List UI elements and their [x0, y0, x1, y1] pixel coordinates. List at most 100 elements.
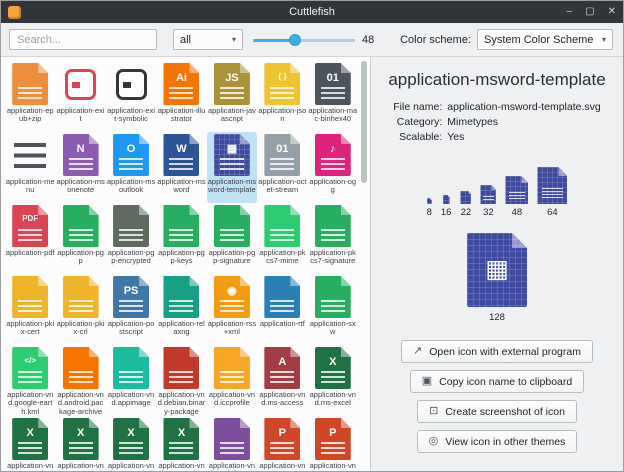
screenshot-button[interactable]: ⊡Create screenshot of icon — [417, 400, 577, 423]
icon-cell[interactable]: application-menu — [5, 132, 55, 203]
icon-label: application-epub+zip — [6, 107, 55, 124]
icon-cell[interactable]: application-rtf — [257, 274, 307, 345]
file-glyph: { } — [264, 73, 300, 81]
icon-wrap: P — [315, 418, 351, 460]
icon-cell[interactable]: Xapplication-vnd.ms-excel.sheet.macroEna… — [106, 416, 156, 471]
search-input[interactable] — [9, 29, 157, 50]
icon-wrap: JS — [214, 63, 250, 105]
icon-cell[interactable]: </>application-vnd.google-earth.kml — [5, 345, 55, 416]
icon-cell[interactable]: application-exit-symbolic — [106, 61, 156, 132]
icon-cell[interactable]: JSapplication-javascript — [207, 61, 257, 132]
app-icon[interactable] — [8, 6, 21, 19]
file-glyph: O — [113, 144, 149, 155]
minimize-icon[interactable]: – — [567, 7, 573, 17]
icon-cell[interactable]: 01application-octet-stream — [257, 132, 307, 203]
field-label: Category: — [393, 116, 442, 128]
icon-cell[interactable]: application-pkix-cert — [5, 274, 55, 345]
file-type-icon — [214, 205, 250, 247]
icon-wrap — [163, 205, 199, 247]
file-type-icon: ◉ — [214, 276, 250, 318]
icon-wrap — [63, 347, 99, 389]
themes-button[interactable]: ◎View icon in other themes — [417, 430, 578, 453]
icon-label: application-ogg — [308, 178, 357, 195]
category-dropdown[interactable]: all ▾ — [173, 29, 243, 50]
icon-wrap: { } — [264, 63, 300, 105]
scrollbar-thumb[interactable] — [361, 61, 367, 183]
file-type-icon: 01 — [264, 134, 300, 176]
icon-cell[interactable]: Napplication-msonenote — [55, 132, 105, 203]
icon-label: application-illustrator — [157, 107, 206, 124]
icon-cell[interactable]: PSapplication-postscript — [106, 274, 156, 345]
file-type-icon — [264, 205, 300, 247]
icon-cell[interactable]: 01application-mac-binhex40 — [308, 61, 358, 132]
icon-cell[interactable]: application-sxw — [308, 274, 358, 345]
icon-wrap: </> — [12, 347, 48, 389]
size-preview: 16 — [441, 195, 452, 218]
icon-cell[interactable]: application-relaxng — [156, 274, 206, 345]
icon-cell[interactable]: application-pgp-keys — [156, 203, 206, 274]
icon-label: application-vnd.ms-excel.sheet.macroEnab… — [107, 462, 156, 471]
icon-cell[interactable]: ◉application-rss+xml — [207, 274, 257, 345]
icon-cell[interactable]: Xapplication-vnd.ms-excel.addin.macroEna… — [5, 416, 55, 471]
cuttlefish-window: Cuttlefish – ▢ ✕ all ▾ 48 Color scheme: … — [0, 0, 624, 472]
table-glyph: ▦ — [467, 257, 527, 282]
file-type-icon: X — [315, 347, 351, 389]
icon-cell[interactable]: Wapplication-msword — [156, 132, 206, 203]
icon-cell[interactable]: application-vnd.appimage — [106, 345, 156, 416]
icon-cell[interactable]: application-pkcs7-signature — [308, 203, 358, 274]
file-glyph: PDF — [12, 215, 48, 223]
icon-cell[interactable]: ▦application-msword-template — [207, 132, 257, 203]
size-label: 48 — [512, 207, 523, 218]
size-label: 64 — [547, 207, 558, 218]
exit-icon — [65, 69, 96, 100]
icon-cell[interactable]: ♪application-ogg — [308, 132, 358, 203]
scrollbar[interactable] — [361, 58, 368, 470]
icon-cell[interactable]: Xapplication-vnd.ms-excel.template.macro… — [156, 416, 206, 471]
icon-cell[interactable]: application-pgp-signature — [207, 203, 257, 274]
icon-cell[interactable]: application-exit — [55, 61, 105, 132]
slider-handle[interactable] — [289, 34, 301, 46]
icon-cell[interactable]: application-vnd.debian.binary-package — [156, 345, 206, 416]
doc-lines-decor — [483, 196, 494, 202]
icon-cell[interactable]: Aapplication-vnd.ms-access — [257, 345, 307, 416]
icon-cell[interactable]: application-epub+zip — [5, 61, 55, 132]
icon-wrap — [12, 63, 48, 105]
color-scheme-dropdown[interactable]: System Color Scheme ▾ — [477, 29, 613, 50]
slider-track-right[interactable] — [299, 39, 355, 42]
doc-lines-decor — [542, 188, 563, 200]
icon-wrap — [315, 276, 351, 318]
icon-cell[interactable]: Xapplication-vnd.ms-excel — [308, 345, 358, 416]
file-type-icon: P — [264, 418, 300, 460]
icon-cell[interactable]: application-vnd.android.package-archive — [55, 345, 105, 416]
icon-cell[interactable]: Papplication-vnd.ms-powerpoint — [257, 416, 307, 471]
icon-wrap — [113, 205, 149, 247]
icon-cell[interactable]: application-pgp-encrypted — [106, 203, 156, 274]
file-type-icon: X — [113, 418, 149, 460]
file-type-icon — [63, 276, 99, 318]
titlebar[interactable]: Cuttlefish – ▢ ✕ — [1, 1, 623, 23]
icon-cell[interactable]: application-pkix-crl — [55, 274, 105, 345]
open-external-button[interactable]: ↗Open icon with external program — [401, 340, 593, 363]
icon-cell[interactable]: application-vnd.ms-infopath — [207, 416, 257, 471]
icon-cell[interactable]: application-pgp — [55, 203, 105, 274]
copy-button[interactable]: ▣Copy icon name to clipboard — [410, 370, 584, 393]
doc-lines-decor — [270, 87, 294, 100]
icon-cell[interactable]: Ai application-illustrator — [156, 61, 206, 132]
color-scheme-label: Color scheme: — [400, 34, 471, 46]
icon-cell[interactable]: Oapplication-msoutlook — [106, 132, 156, 203]
icon-cell[interactable]: Papplication-vnd.ms-powerpoint.addin.mac… — [308, 416, 358, 471]
icon-label: application-vnd.google-earth.kml — [6, 391, 55, 416]
button-label: View icon in other themes — [445, 436, 565, 448]
icon-cell[interactable]: application-vnd.iccprofile — [207, 345, 257, 416]
icon-cell[interactable]: Xapplication-vnd.ms-excel.sheet.binary.m… — [55, 416, 105, 471]
maximize-icon[interactable]: ▢ — [585, 7, 594, 17]
file-type-icon — [214, 418, 250, 460]
size-slider[interactable] — [253, 30, 355, 50]
close-icon[interactable]: ✕ — [608, 7, 616, 17]
icon-cell[interactable]: application-pkcs7-mime — [257, 203, 307, 274]
file-glyph: Ai — [163, 73, 199, 84]
icon-cell[interactable]: PDFapplication-pdf — [5, 203, 55, 274]
doc-lines-decor — [69, 229, 93, 242]
icon-cell[interactable]: { }application-json — [257, 61, 307, 132]
icon-label: application-msoutlook — [107, 178, 156, 195]
